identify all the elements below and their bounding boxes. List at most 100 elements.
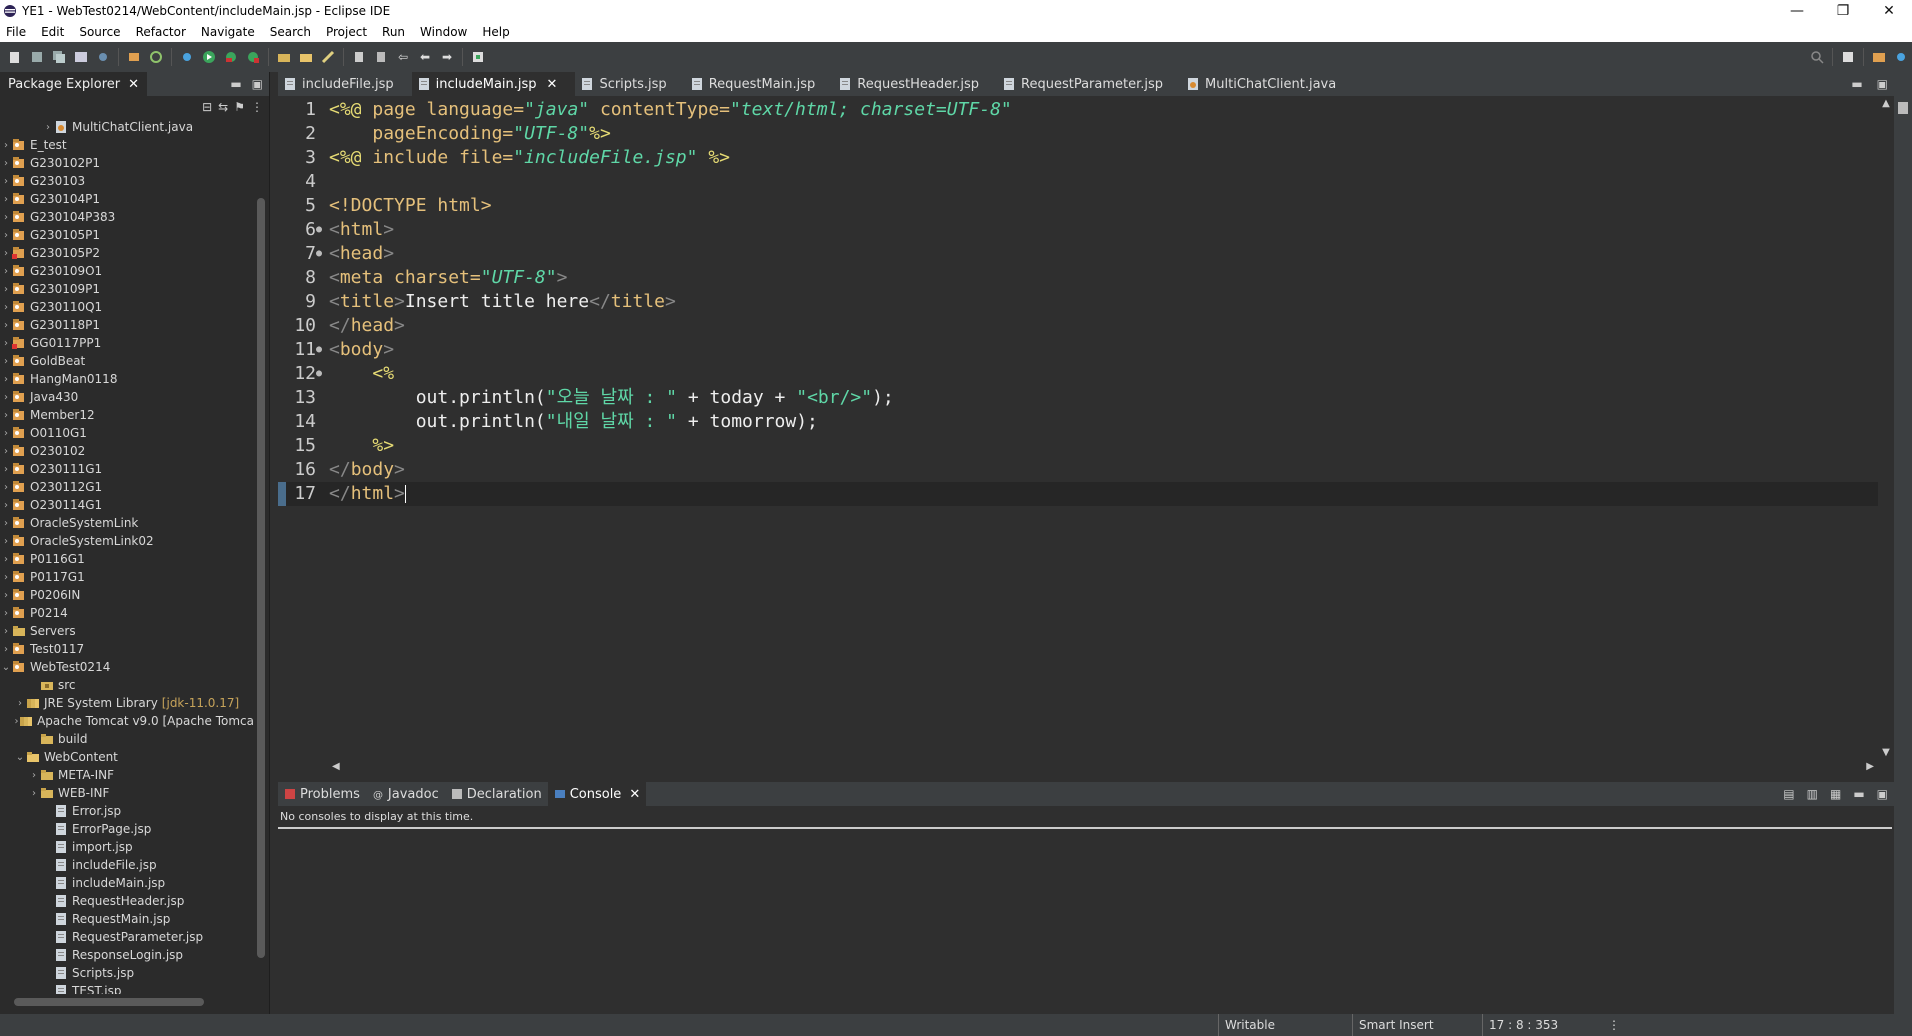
close-icon[interactable]: ✕ [629,787,640,802]
explorer-horizontal-scrollbar[interactable] [0,994,254,1010]
menu-refactor[interactable]: Refactor [130,25,195,39]
chevron-right-icon[interactable]: › [28,788,40,799]
annotation-icon[interactable] [348,46,370,68]
tree-item[interactable]: › OracleSystemLink [0,514,254,532]
fold-marker-icon[interactable]: ● [316,338,324,362]
restore-button[interactable]: ❐ [1820,0,1866,22]
coverage-icon[interactable] [220,46,242,68]
tree-item[interactable]: › G230109O1 [0,262,254,280]
tree-item[interactable]: › G230110Q1 [0,298,254,316]
code-line[interactable]: 7 ● <head> [278,242,1878,266]
skip-breakpoints-icon[interactable] [92,46,114,68]
tree-item[interactable]: includeFile.jsp [0,856,254,874]
tree-item[interactable]: › G230105P1 [0,226,254,244]
console-tab[interactable]: @ Javadoc [366,782,445,806]
tree-item[interactable]: src [0,676,254,694]
pin-editor-icon[interactable] [467,46,489,68]
new-server-icon[interactable] [123,46,145,68]
minimize-button[interactable]: — [1774,0,1820,22]
maximize-editor-icon[interactable]: ▣ [1877,77,1888,91]
insert-mode-status[interactable]: Smart Insert [1352,1014,1482,1036]
scroll-up-icon[interactable]: ▲ [1878,98,1894,109]
pen-icon[interactable] [317,46,339,68]
fold-marker-icon[interactable]: ● [316,218,324,242]
code-line[interactable]: 12 ● <% [278,362,1878,386]
scroll-thumb[interactable] [257,198,265,958]
refresh-icon[interactable] [145,46,167,68]
menu-search[interactable]: Search [264,25,320,39]
tree-item[interactable]: › P0206IN [0,586,254,604]
fold-marker-icon[interactable]: ● [316,242,324,266]
code-line[interactable]: 1 <%@ page language="java" contentType="t… [278,98,1878,122]
tree-item[interactable]: includeMain.jsp [0,874,254,892]
tree-item[interactable]: › P0117G1 [0,568,254,586]
scroll-right-icon[interactable]: ▶ [1866,761,1874,772]
tree-item[interactable]: › P0116G1 [0,550,254,568]
tree-item[interactable]: Error.jsp [0,802,254,820]
tree-item[interactable]: › WEB-INF [0,784,254,802]
menu-navigate[interactable]: Navigate [195,25,264,39]
filters-icon[interactable]: ⚑ [234,100,245,114]
console-tab[interactable]: Console ✕ [547,782,647,806]
code-text-area[interactable]: 1 <%@ page language="java" contentType="t… [278,98,1878,758]
chevron-right-icon[interactable]: › [0,428,12,439]
code-line[interactable]: 14 out.println("내일 날짜 : " + tomorrow); [278,410,1878,434]
fold-marker-icon[interactable]: ● [316,362,324,386]
code-line[interactable]: 17 </html> [278,482,1878,506]
tree-item[interactable]: › HangMan0118 [0,370,254,388]
chevron-down-icon[interactable]: ⌄ [14,752,26,763]
debug-perspective-icon[interactable] [1890,46,1912,68]
chevron-right-icon[interactable]: › [0,248,12,259]
chevron-right-icon[interactable]: › [0,482,12,493]
chevron-right-icon[interactable]: › [0,626,12,637]
tree-item[interactable]: build [0,730,254,748]
tree-item[interactable]: RequestParameter.jsp [0,928,254,946]
code-line[interactable]: 3 <%@ include file="includeFile.jsp" %> [278,146,1878,170]
menu-file[interactable]: File [0,25,35,39]
tree-item[interactable]: import.jsp [0,838,254,856]
chevron-right-icon[interactable]: › [0,446,12,457]
scroll-left-icon[interactable]: ◀ [332,761,340,772]
code-line[interactable]: 16 </body> [278,458,1878,482]
tree-item[interactable]: › JRE System Library [jdk-11.0.17] [0,694,254,712]
menu-source[interactable]: Source [73,25,129,39]
maximize-view-icon[interactable]: ▣ [252,77,263,91]
open-type-icon[interactable] [273,46,295,68]
debug-icon[interactable] [176,46,198,68]
editor-tab[interactable]: RequestHeader.jsp [833,72,997,96]
open-perspective-icon[interactable] [1837,46,1859,68]
tree-item[interactable]: › P0214 [0,604,254,622]
chevron-right-icon[interactable]: › [0,338,12,349]
tree-item[interactable]: › GoldBeat [0,352,254,370]
editor-tab[interactable]: RequestMain.jsp [685,72,834,96]
chevron-right-icon[interactable]: › [0,572,12,583]
chevron-down-icon[interactable]: ⌄ [0,662,12,673]
scroll-thumb[interactable] [14,998,204,1006]
save-icon[interactable] [26,46,48,68]
chevron-right-icon[interactable]: › [0,176,12,187]
code-line[interactable]: 10 </head> [278,314,1878,338]
status-menu-icon[interactable]: ⋮ [1602,1014,1622,1036]
code-line[interactable]: 9 <title>Insert title here</title> [278,290,1878,314]
chevron-right-icon[interactable]: › [0,320,12,331]
tree-item[interactable]: › G230104P1 [0,190,254,208]
tab-package-explorer[interactable]: Package Explorer ✕ [0,72,148,96]
maximize-console-icon[interactable]: ▣ [1877,787,1888,801]
tree-item[interactable]: › OracleSystemLink02 [0,532,254,550]
tree-item[interactable]: › G230105P2 [0,244,254,262]
tree-item[interactable]: › Apache Tomcat v9.0 [Apache Tomca [0,712,254,730]
menu-project[interactable]: Project [320,25,376,39]
console-tab[interactable]: Problems [278,782,366,806]
chevron-right-icon[interactable]: › [0,464,12,475]
tree-item[interactable]: › Member12 [0,406,254,424]
chevron-right-icon[interactable]: › [42,122,54,133]
tree-item[interactable]: › G230103 [0,172,254,190]
new-file-icon[interactable] [4,46,26,68]
java-ee-perspective-icon[interactable] [1868,46,1890,68]
console-tab[interactable]: Declaration [445,782,548,806]
tree-item[interactable]: ErrorPage.jsp [0,820,254,838]
editor-vertical-scrollbar[interactable]: ▲ ▼ [1878,98,1894,758]
back-icon[interactable]: ⇦ [392,46,414,68]
link-with-editor-icon[interactable]: ⇆ [218,100,228,114]
tree-item[interactable]: › G230109P1 [0,280,254,298]
